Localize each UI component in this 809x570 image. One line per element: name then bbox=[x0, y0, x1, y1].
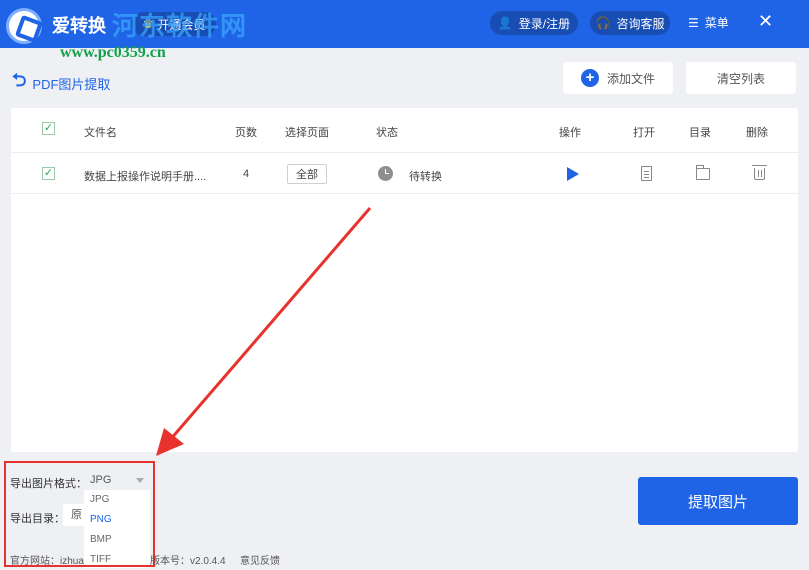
arrow-shaft bbox=[168, 207, 372, 441]
arrow-head bbox=[156, 428, 184, 456]
annotation-arrow bbox=[156, 207, 372, 456]
